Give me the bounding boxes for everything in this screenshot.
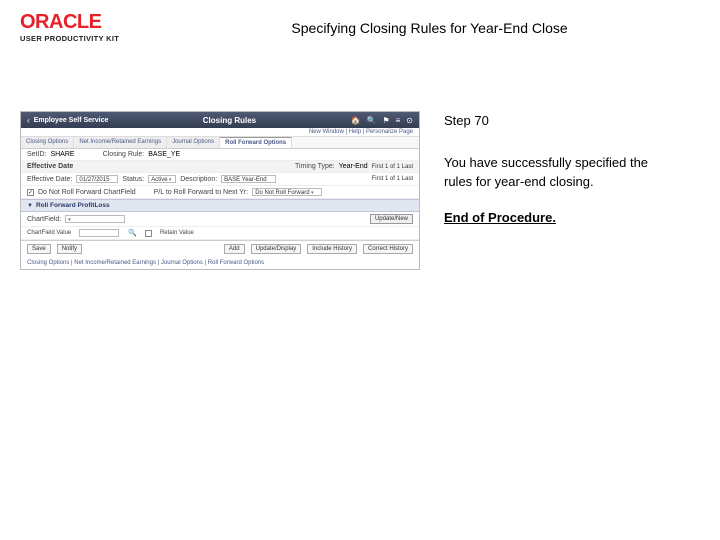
setid-value: SHARE [50, 151, 74, 158]
desc-label: Description: [180, 176, 217, 183]
effdate-header: Effective Date [27, 163, 73, 170]
pl-select[interactable]: Do Not Roll Forward [252, 188, 322, 196]
no-roll-label: Do Not Roll Forward ChartField [38, 189, 136, 196]
pager-2[interactable]: First 1 of 1 Last [372, 176, 413, 182]
tab-roll-forward[interactable]: Roll Forward Options [220, 137, 292, 148]
pl-label: P/L to Roll Forward to Next Yr: [154, 189, 249, 196]
collapse-icon[interactable]: ▼ [27, 203, 33, 209]
brand-block: ORACLE USER PRODUCTIVITY KIT [20, 12, 119, 43]
no-roll-checkbox[interactable]: ✓ [27, 189, 34, 196]
search-icon[interactable]: 🔍 [366, 116, 376, 125]
row-rollfwd-opts: ✓ Do Not Roll Forward ChartField P/L to … [21, 186, 419, 199]
row-setid: SetID: SHARE Closing Rule: BASE_YE [21, 149, 419, 161]
app-subbar-links[interactable]: New Window | Help | Personalize Page [21, 128, 419, 137]
rule-label: Closing Rule: [103, 151, 145, 158]
date-input[interactable]: 01/27/2015 [76, 175, 118, 183]
home-icon[interactable]: 🏠 [351, 116, 361, 125]
row-effdate: Effective Date: 01/27/2015 Status: Activ… [21, 173, 419, 186]
status-select[interactable]: Active [148, 175, 176, 183]
cfval-input[interactable] [79, 229, 119, 237]
app-topbar: ‹ Employee Self Service Closing Rules 🏠 … [21, 112, 419, 128]
section-rollforward[interactable]: ▼ Roll Forward ProfitLoss [21, 199, 419, 212]
tab-row: Closing Options Net Income/Retained Earn… [21, 137, 419, 149]
tab-closing-options[interactable]: Closing Options [21, 137, 74, 148]
timing-value: Year-End [339, 163, 368, 170]
notify-button[interactable]: Notify [57, 244, 82, 254]
lookup-icon[interactable]: 🔍 [128, 229, 137, 237]
page-header: ORACLE USER PRODUCTIVITY KIT Specifying … [0, 0, 720, 51]
oracle-logo: ORACLE [20, 12, 101, 32]
page-title: Specifying Closing Rules for Year-End Cl… [159, 12, 700, 36]
instruction-panel: Step 70 You have successfully specified … [444, 111, 700, 270]
date-label: Effective Date: [27, 176, 72, 183]
retain-checkbox[interactable] [145, 230, 152, 237]
topbar-left-title: Employee Self Service [34, 117, 109, 124]
row-cf-value: ChartField Value 🔍 Retain Value [21, 227, 419, 240]
setid-label: SetID: [27, 151, 46, 158]
signout-icon[interactable]: ⊙ [406, 116, 413, 125]
row-chartfield: ChartField: Update/New [21, 212, 419, 227]
desc-input[interactable]: BASE Year-End [221, 175, 276, 183]
end-of-procedure: End of Procedure. [444, 208, 700, 228]
section-title: Roll Forward ProfitLoss [36, 202, 110, 209]
app-window: ‹ Employee Self Service Closing Rules 🏠 … [20, 111, 420, 270]
cf-select[interactable] [65, 215, 125, 223]
step-description: You have successfully specified the rule… [444, 153, 674, 192]
step-number: Step 70 [444, 111, 700, 131]
tab-net-income[interactable]: Net Income/Retained Earnings [74, 137, 167, 148]
pager-1[interactable]: First 1 of 1 Last [372, 164, 413, 170]
cfval-label: ChartField Value [27, 230, 71, 236]
row-effdate-header: Effective Date Timing Type: Year-End Fir… [21, 161, 419, 173]
update-new-button[interactable]: Update/New [370, 214, 413, 224]
add-button[interactable]: Add [224, 244, 245, 254]
topbar-center-title: Closing Rules [108, 116, 350, 125]
breadcrumb[interactable]: Closing Options | Net Income/Retained Ea… [21, 257, 419, 269]
menu-icon[interactable]: ≡ [396, 116, 401, 125]
rule-value: BASE_YE [148, 151, 180, 158]
tab-journal-options[interactable]: Journal Options [167, 137, 220, 148]
correct-history-button[interactable]: Correct History [363, 244, 413, 254]
update-display-button[interactable]: Update/Display [251, 244, 302, 254]
flag-icon[interactable]: ⚑ [382, 116, 389, 125]
include-history-button[interactable]: Include History [307, 244, 357, 254]
back-icon[interactable]: ‹ [27, 116, 30, 125]
product-name: USER PRODUCTIVITY KIT [20, 34, 119, 43]
footer-bar: Save Notify Add Update/Display Include H… [21, 240, 419, 257]
cf-label: ChartField: [27, 216, 61, 223]
status-label: Status: [122, 176, 144, 183]
timing-label: Timing Type: [295, 163, 335, 170]
embedded-screenshot: ‹ Employee Self Service Closing Rules 🏠 … [20, 111, 420, 270]
save-button[interactable]: Save [27, 244, 51, 254]
retain-label: Retain Value [160, 230, 194, 236]
